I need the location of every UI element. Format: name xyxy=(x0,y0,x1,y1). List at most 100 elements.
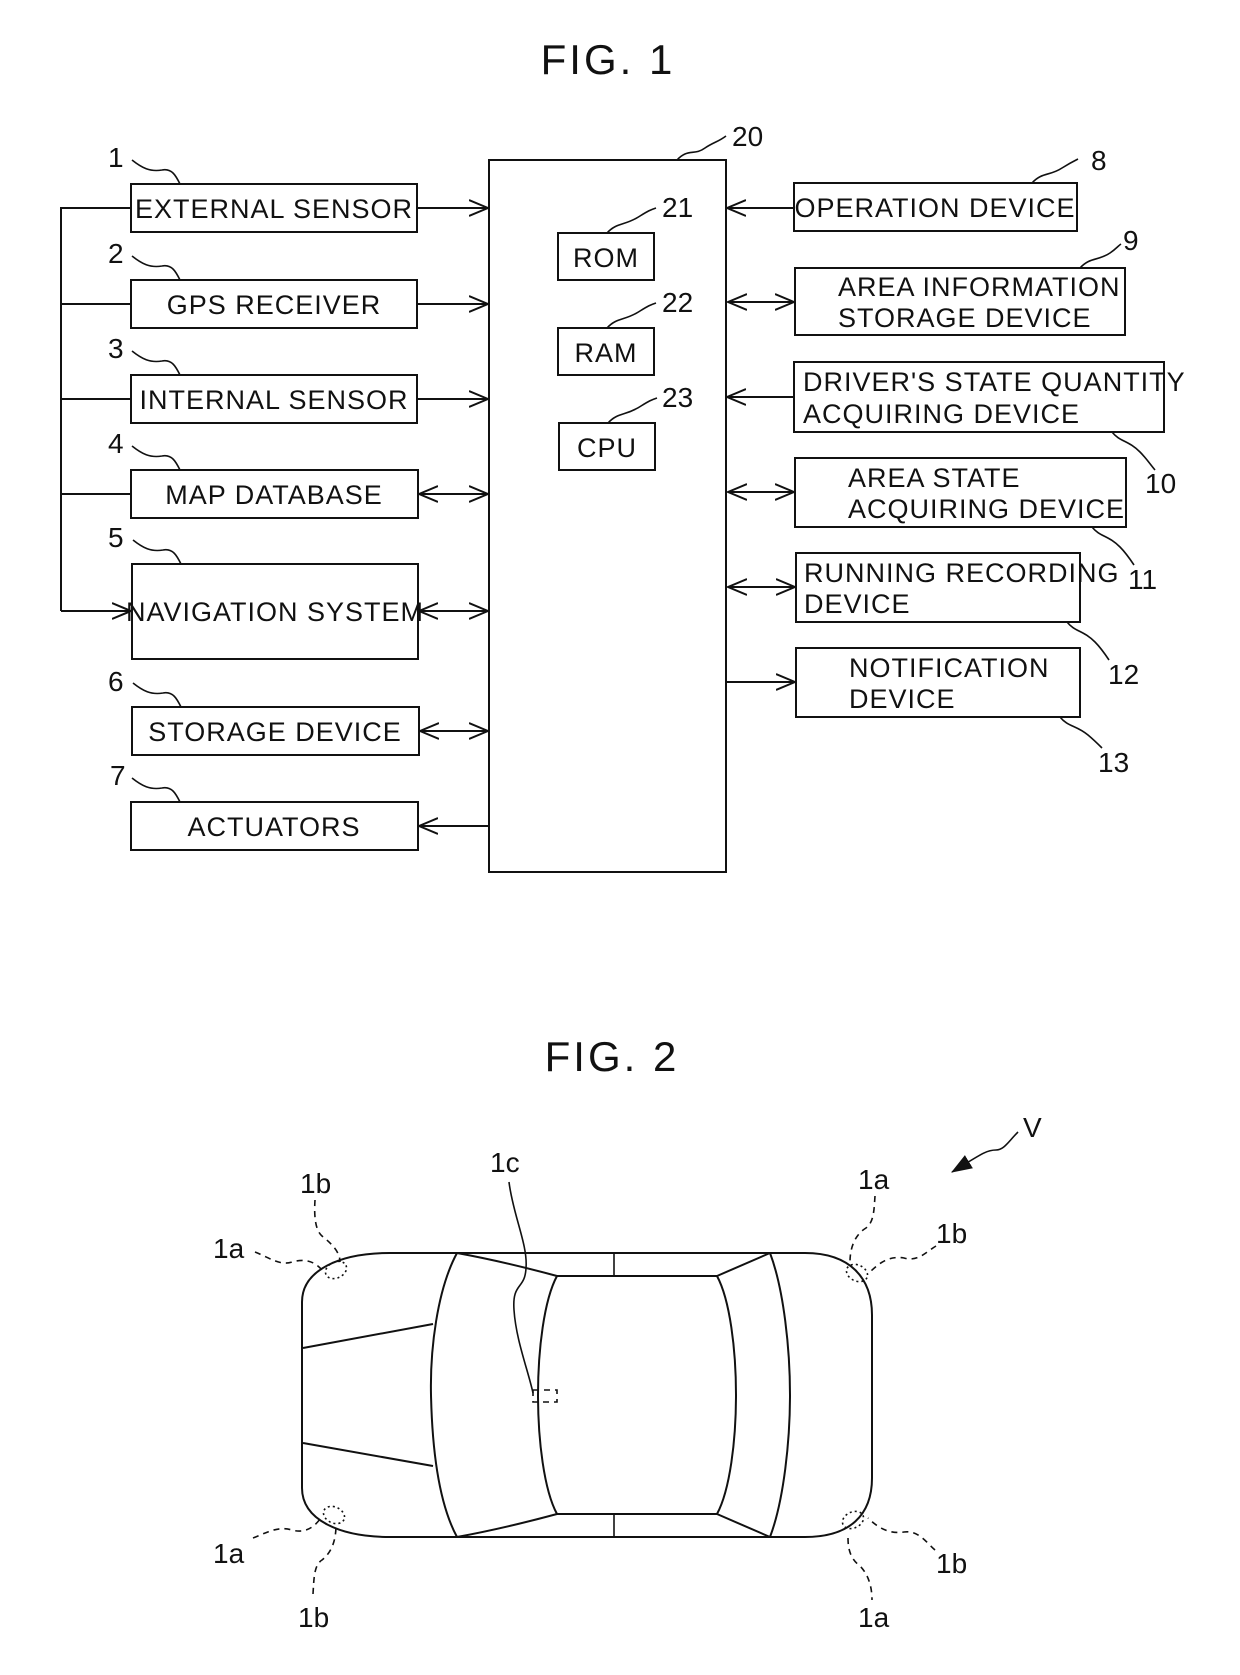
c-pillar-bottom xyxy=(716,1513,771,1538)
area-state-acquiring-label-line2: ACQUIRING DEVICE xyxy=(848,494,1125,524)
label-1a-bottom-left: 1a xyxy=(213,1538,245,1569)
left-block-navigation-system: 5 NAVIGATION SYSTEM xyxy=(108,522,488,660)
area-information-storage-label-line2: STORAGE DEVICE xyxy=(838,303,1092,333)
notification-ref: 13 xyxy=(1098,747,1129,778)
label-1a-bottom-right: 1a xyxy=(858,1602,890,1633)
running-recording-label-line2: DEVICE xyxy=(804,589,911,619)
vehicle-pointer-arrow xyxy=(951,1131,1019,1173)
rear-window-edge xyxy=(769,1252,792,1538)
sensors-top-right: 1a 1b xyxy=(845,1164,967,1283)
sensors-top-left: 1a 1b xyxy=(213,1168,348,1280)
figure-1: FIG. 1 20 21 ROM 22 RAM 23 CPU 1 EXTERNA… xyxy=(60,36,1185,873)
operation-device-leader-line xyxy=(1031,158,1079,184)
map-database-leader-line xyxy=(131,445,181,471)
vehicle-body-outline xyxy=(301,1252,873,1538)
running-recording-label-line1: RUNNING RECORDING xyxy=(804,558,1120,588)
right-block-operation-device: 8 OPERATION DEVICE xyxy=(727,145,1107,232)
leader-1a-top-left xyxy=(254,1251,323,1271)
vehicle-ref-label: V xyxy=(1023,1112,1042,1143)
storage-device-label: STORAGE DEVICE xyxy=(148,717,402,747)
running-recording-ref: 12 xyxy=(1108,659,1139,690)
area-information-storage-leader-line xyxy=(1079,243,1122,269)
external-sensor-label: EXTERNAL SENSOR xyxy=(135,194,413,224)
gps-receiver-ref: 2 xyxy=(108,238,124,269)
internal-sensor-ref: 3 xyxy=(108,333,124,364)
gps-receiver-leader-line xyxy=(131,255,181,281)
leader-1a-bottom-left xyxy=(252,1515,323,1539)
fig2-title: FIG. 2 xyxy=(545,1033,680,1080)
vehicle-top-view xyxy=(301,1252,873,1538)
actuators-label: ACTUATORS xyxy=(187,812,360,842)
notification-label-line1: NOTIFICATION xyxy=(849,653,1050,683)
ram-ref: 22 xyxy=(662,287,693,318)
sensors-bottom-left: 1a 1b xyxy=(213,1505,346,1633)
leader-1b-top-left xyxy=(313,1199,341,1263)
camera-marker xyxy=(532,1389,558,1403)
cpu-ref: 23 xyxy=(662,382,693,413)
vehicle-reference: V xyxy=(951,1112,1042,1173)
controller-ref: 20 xyxy=(732,121,763,152)
left-block-internal-sensor: 3 INTERNAL SENSOR xyxy=(108,333,488,424)
camera-sensor-1c: 1c xyxy=(490,1147,558,1403)
windshield-front-edge xyxy=(429,1252,458,1538)
area-information-storage-ref: 9 xyxy=(1123,225,1139,256)
label-1b-bottom-left: 1b xyxy=(298,1602,329,1633)
a-pillar-bottom xyxy=(456,1513,558,1538)
left-block-map-database: 4 MAP DATABASE xyxy=(108,428,488,519)
map-database-label: MAP DATABASE xyxy=(165,480,383,510)
camera-label: 1c xyxy=(490,1147,520,1178)
operation-device-label: OPERATION DEVICE xyxy=(794,193,1075,223)
operation-device-ref: 8 xyxy=(1091,145,1107,176)
storage-device-leader-line xyxy=(132,682,182,708)
external-sensor-leader-line xyxy=(131,159,181,185)
storage-device-ref: 6 xyxy=(108,666,124,697)
area-state-acquiring-ref: 11 xyxy=(1128,564,1157,595)
cpu-label: CPU xyxy=(577,433,637,463)
area-information-storage-label-line1: AREA INFORMATION xyxy=(838,272,1121,302)
notification-leader-line xyxy=(1059,716,1103,749)
left-block-storage-device: 6 STORAGE DEVICE xyxy=(108,666,488,756)
drivers-state-quantity-ref: 10 xyxy=(1145,468,1176,499)
label-1b-bottom-right: 1b xyxy=(936,1548,967,1579)
area-state-acquiring-label-line1: AREA STATE xyxy=(848,463,1021,493)
leader-1a-top-right xyxy=(849,1195,876,1263)
internal-sensor-leader-line xyxy=(131,350,181,376)
navigation-system-ref: 5 xyxy=(108,522,124,553)
a-pillar-top xyxy=(456,1252,558,1277)
fig1-title: FIG. 1 xyxy=(541,36,676,83)
label-1b-top-right: 1b xyxy=(936,1218,967,1249)
leader-1a-bottom-right xyxy=(847,1537,873,1601)
controller-leader-line xyxy=(676,135,727,161)
patent-drawing-sheet: FIG. 1 20 21 ROM 22 RAM 23 CPU 1 EXTERNA… xyxy=(60,36,1185,1633)
label-1a-top-right: 1a xyxy=(858,1164,890,1195)
leader-1b-bottom-left xyxy=(312,1524,337,1595)
right-block-notification: 13 NOTIFICATION DEVICE xyxy=(727,647,1129,778)
actuators-leader-line xyxy=(131,777,181,803)
navigation-system-label: NAVIGATION SYSTEM xyxy=(126,597,424,627)
internal-sensor-label: INTERNAL SENSOR xyxy=(139,385,408,415)
label-1b-top-left: 1b xyxy=(300,1168,331,1199)
rom-ref: 21 xyxy=(662,192,693,223)
vehicle-roof xyxy=(536,1275,738,1515)
c-pillar-top xyxy=(716,1252,771,1277)
gps-receiver-label: GPS RECEIVER xyxy=(167,290,382,320)
left-block-gps-receiver: 2 GPS RECEIVER xyxy=(108,238,488,329)
hood-line-top xyxy=(302,1323,434,1349)
navigation-system-leader-line xyxy=(132,539,182,565)
map-database-ref: 4 xyxy=(108,428,124,459)
label-1a-top-left: 1a xyxy=(213,1233,245,1264)
leader-1b-top-right xyxy=(869,1245,937,1273)
figure-2: FIG. 2 V 1c 1a 1b 1a 1b 1a 1b 1a 1b xyxy=(213,1033,1042,1633)
ram-label: RAM xyxy=(575,338,638,368)
hood-line-bottom xyxy=(302,1442,434,1467)
notification-label-line2: DEVICE xyxy=(849,684,956,714)
actuators-ref: 7 xyxy=(110,760,126,791)
rom-label: ROM xyxy=(573,243,639,273)
leader-1b-bottom-right xyxy=(867,1517,936,1551)
left-block-actuators: 7 ACTUATORS xyxy=(110,760,488,851)
sensors-bottom-right: 1a 1b xyxy=(841,1510,967,1633)
external-sensor-ref: 1 xyxy=(108,142,124,173)
camera-leader-line xyxy=(508,1181,534,1394)
left-block-external-sensor: 1 EXTERNAL SENSOR xyxy=(108,142,488,233)
right-block-area-information-storage: 9 AREA INFORMATION STORAGE DEVICE xyxy=(728,225,1139,336)
